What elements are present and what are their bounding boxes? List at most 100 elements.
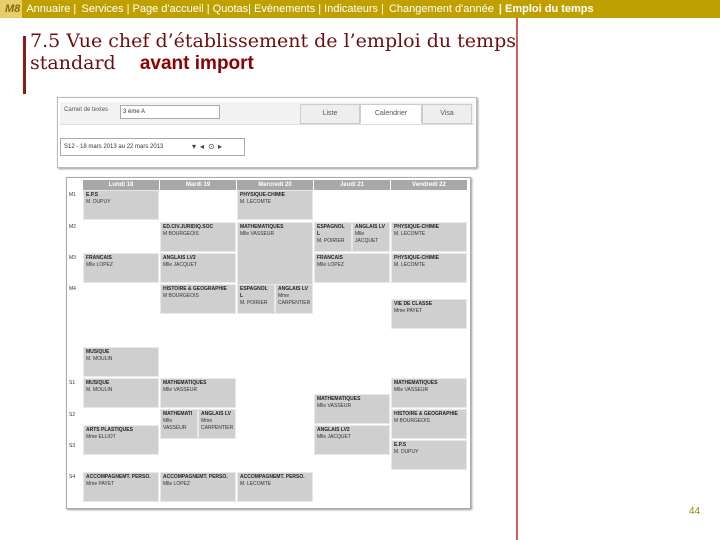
lesson-teacher: Mme CARPENTIER xyxy=(278,293,311,306)
lesson-cell[interactable]: ACCOMPAGNEMT. PERSO. Mme PAYET xyxy=(83,472,159,502)
lesson-subject: ANGLAIS LV2 xyxy=(163,255,196,261)
lesson-cell[interactable]: MATHEMATIQUES Mlle VASSEUR xyxy=(160,378,236,408)
lesson-cell[interactable]: ACCOMPAGNEMT. PERSO. Mlle LOPEZ xyxy=(160,472,236,502)
lesson-teacher: M. LECOMTE xyxy=(394,262,426,268)
page-number: 44 xyxy=(689,506,701,517)
lesson-cell[interactable]: ANGLAIS LV2 Mlle JACQUET xyxy=(160,253,236,283)
lesson-cell[interactable]: ED.CIV.JURIDIQ.SOC M BOURGEOIS xyxy=(160,222,236,252)
screenshot-toolbar: Carnet de textes 3 ème A Liste Calendrie… xyxy=(57,97,477,168)
tab-calendrier[interactable]: Calendrier xyxy=(360,104,422,124)
lesson-subject: MATHEMATIQUES xyxy=(394,380,438,386)
lesson-cell[interactable]: E.P.S M. DUPUY xyxy=(391,440,467,470)
lesson-teacher: Mlle VASSEUR xyxy=(163,387,198,393)
lesson-subject: PHYSIQUE-CHIMIE xyxy=(394,255,440,261)
lesson-teacher: Mlle JACQUET xyxy=(355,231,379,244)
lesson-teacher: Mlle VASSEUR xyxy=(394,387,429,393)
lesson-teacher: M BOURGEOIS xyxy=(163,293,199,299)
lesson-cell[interactable]: MUSIQUE M. MOULIN xyxy=(83,378,159,408)
lesson-subject: MUSIQUE xyxy=(86,380,110,386)
class-select[interactable]: 3 ème A xyxy=(120,105,220,119)
slide-title: 7.5 Vue chef d’établissement de l’emploi… xyxy=(30,30,516,75)
lesson-teacher: Mme PAYET xyxy=(86,481,115,487)
lesson-teacher: M. LECOMTE xyxy=(240,481,272,487)
lesson-subject: MATHEMATIQUES xyxy=(163,380,207,386)
lesson-subject: MATHEMATIQUES xyxy=(317,396,361,402)
lesson-teacher: Mme PAYET xyxy=(394,308,423,314)
lesson-teacher: M. LECOMTE xyxy=(394,231,426,237)
lesson-cell[interactable]: ANGLAIS LV Mme CARPENTIER xyxy=(198,409,236,439)
title-highlight: avant import xyxy=(139,53,254,74)
lesson-cell[interactable]: ESPAGNOL L M. POIRIER xyxy=(237,284,275,314)
hour-label: M3 xyxy=(69,255,76,261)
lesson-subject: ARTS PLASTIQUES xyxy=(86,427,133,433)
lesson-teacher: M BOURGEOIS xyxy=(394,418,430,424)
lesson-teacher: Mlle JACQUET xyxy=(317,434,351,440)
lesson-subject: MATHEMATIQUES xyxy=(240,224,284,230)
lesson-subject: ANGLAIS LV xyxy=(201,411,231,417)
next-icon[interactable]: ▸ xyxy=(218,142,222,151)
day-header: Mercredi 20 xyxy=(237,180,313,190)
lesson-cell[interactable]: PHYSIQUE-CHIMIE M. LECOMTE xyxy=(237,190,313,220)
m8-badge: M8 xyxy=(0,0,23,18)
lesson-cell[interactable]: ESPAGNOL L M. POIRIER xyxy=(314,222,352,252)
lesson-teacher: Mme ELLIOT xyxy=(86,434,116,440)
previous-icon[interactable]: ◂ xyxy=(200,142,204,151)
lesson-cell[interactable]: E.P.S M. DUPUY xyxy=(83,190,159,220)
lesson-cell[interactable]: FRANCAIS Mlle LOPEZ xyxy=(83,253,159,283)
lesson-subject: ED.CIV.JURIDIQ.SOC xyxy=(163,224,214,230)
lesson-cell[interactable]: MATHEMATIQUES Mlle VASSEUR xyxy=(391,378,467,408)
timetable-grid: Lundi 18 Mardi 19 Mercredi 20 Jeudi 21 V… xyxy=(67,178,470,508)
hour-label: M4 xyxy=(69,286,76,292)
title-line-1: 7.5 Vue chef d’établissement de l’emploi… xyxy=(30,30,516,52)
lesson-teacher: M. MOULIN xyxy=(86,356,113,362)
dropdown-icon[interactable]: ▾ xyxy=(192,142,196,151)
lesson-cell[interactable]: VIE DE CLASSE Mme PAYET xyxy=(391,299,467,329)
screenshot-timetable: Lundi 18 Mardi 19 Mercredi 20 Jeudi 21 V… xyxy=(66,177,471,509)
lesson-cell[interactable]: MATHEMATI Mlle VASSEUR xyxy=(160,409,198,439)
lesson-cell[interactable]: PHYSIQUE-CHIMIE M. LECOMTE xyxy=(391,222,467,252)
tab-liste[interactable]: Liste xyxy=(300,104,360,124)
lesson-teacher: Mlle LOPEZ xyxy=(317,262,344,268)
lesson-cell[interactable]: ANGLAIS LV Mme CARPENTIER xyxy=(275,284,313,314)
lesson-subject: HISTOIRE & GEOGRAPHIE xyxy=(394,411,458,417)
lesson-subject: MATHEMATI xyxy=(163,411,193,417)
lesson-cell[interactable]: HISTOIRE & GEOGRAPHIE M BOURGEOIS xyxy=(160,284,236,314)
lesson-teacher: Mlle VASSEUR xyxy=(240,231,275,237)
lesson-cell[interactable]: PHYSIQUE-CHIMIE M. LECOMTE xyxy=(391,253,467,283)
lesson-cell[interactable]: MUSIQUE M. MOULIN xyxy=(83,347,159,377)
lesson-cell[interactable]: HISTOIRE & GEOGRAPHIE M BOURGEOIS xyxy=(391,409,467,439)
lesson-subject: FRANCAIS xyxy=(317,255,343,261)
nav-item-emploi-du-temps[interactable]: | Emploi du temps xyxy=(498,3,595,15)
hour-label: S3 xyxy=(69,443,76,449)
lesson-teacher: M. DUPUY xyxy=(394,449,419,455)
lesson-teacher: M. DUPUY xyxy=(86,199,111,205)
lesson-subject: VIE DE CLASSE xyxy=(394,301,433,307)
title-line-2-wrap: standard avant import xyxy=(30,52,516,75)
lesson-subject: PHYSIQUE-CHIMIE xyxy=(240,192,286,198)
day-header: Lundi 18 xyxy=(83,180,159,190)
nav-item-services-group[interactable]: Services | Page d'accueil | Quotas| Evèn… xyxy=(80,3,385,15)
nav-item-annuaire[interactable]: Annuaire | xyxy=(25,3,77,15)
lesson-subject: E.P.S xyxy=(86,192,99,198)
lesson-subject: MUSIQUE xyxy=(86,349,110,355)
lesson-subject: ACCOMPAGNEMT. PERSO. xyxy=(163,474,228,480)
lesson-cell[interactable]: ANGLAIS LV Mlle JACQUET xyxy=(352,222,390,252)
lesson-teacher: M BOURGEOIS xyxy=(163,231,199,237)
lesson-cell[interactable]: ARTS PLASTIQUES Mme ELLIOT xyxy=(83,425,159,455)
lesson-teacher: M. LECOMTE xyxy=(240,199,272,205)
day-header: Mardi 19 xyxy=(160,180,236,190)
lesson-cell[interactable]: FRANCAIS Mlle LOPEZ xyxy=(314,253,390,283)
lesson-teacher: Mlle LOPEZ xyxy=(86,262,113,268)
lesson-subject: ACCOMPAGNEMT. PERSO. xyxy=(240,474,305,480)
lesson-teacher: Mme CARPENTIER xyxy=(201,418,234,431)
lesson-subject: PHYSIQUE-CHIMIE xyxy=(394,224,440,230)
lesson-cell[interactable]: MATHEMATIQUES Mlle VASSEUR xyxy=(314,394,390,424)
lesson-subject: FRANCAIS xyxy=(86,255,112,261)
lesson-cell[interactable]: ANGLAIS LV2 Mlle JACQUET xyxy=(314,425,390,455)
lesson-teacher: Mlle LOPEZ xyxy=(163,481,190,487)
lesson-cell[interactable]: ACCOMPAGNEMT. PERSO. M. LECOMTE xyxy=(237,472,313,502)
refresh-icon[interactable]: ⊙ xyxy=(208,142,215,151)
nav-item-changement-annee[interactable]: Changement d'année xyxy=(388,3,495,15)
tab-visa[interactable]: Visa xyxy=(422,104,472,124)
carnet-label: Carnet de textes xyxy=(64,107,109,113)
